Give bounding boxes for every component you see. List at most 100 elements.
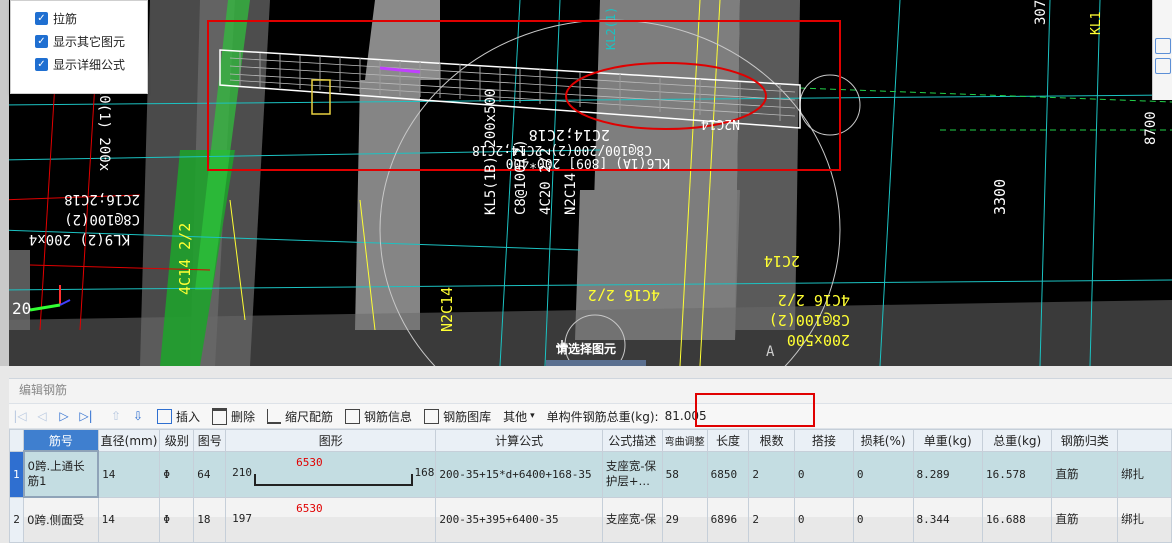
total-weight-display: 单构件钢筋总重(kg): 81.005 xyxy=(547,408,707,425)
rebar-library-button[interactable]: 钢筋图库 xyxy=(424,408,491,425)
last-record-icon[interactable]: ▷| xyxy=(75,409,97,423)
checkbox-show-other-elements[interactable]: ✓ 显示其它图元 xyxy=(35,31,125,51)
delete-button[interactable]: 删除 xyxy=(212,407,255,425)
col-header-category[interactable]: 钢筋归类 xyxy=(1051,429,1119,452)
cell-count[interactable]: 2 xyxy=(748,450,795,498)
info-label: 钢筋信息 xyxy=(364,409,413,424)
move-up-icon[interactable]: ⇧ xyxy=(105,409,127,423)
table-row[interactable]: 2 0跨.侧面受 14 Φ 18 197 6530 200-35+395+640… xyxy=(8,496,1172,543)
cell-grade[interactable]: Φ xyxy=(159,450,195,498)
col-header-bend-adjust[interactable]: 弯曲调整 xyxy=(661,429,708,452)
col-header-length[interactable]: 长度 xyxy=(706,429,750,452)
checkbox-label: 拉筋 xyxy=(53,11,78,26)
panel-resize-handle[interactable] xyxy=(546,360,646,366)
row-number[interactable]: 1 xyxy=(8,450,25,498)
left-edge-strip xyxy=(0,0,9,366)
label-4c16: 4C16 2/2 xyxy=(588,286,660,304)
cell-tie[interactable]: 绑扎 xyxy=(1117,450,1172,498)
cell-total-weight[interactable]: 16.688 xyxy=(981,496,1053,543)
cell-diameter[interactable]: 14 xyxy=(97,496,161,543)
first-record-icon[interactable]: |◁ xyxy=(9,409,31,423)
label-4c14: 4C14 2/2 xyxy=(176,223,194,295)
shape-right-length: 168 xyxy=(414,465,435,479)
beam-spec-1: 2C14;2C18 xyxy=(529,126,610,144)
library-label: 钢筋图库 xyxy=(443,409,492,424)
cell-shape[interactable]: 197 6530 xyxy=(225,496,437,543)
cell-lap[interactable]: 0 xyxy=(793,496,854,543)
col-header-loss[interactable]: 损耗(%) xyxy=(852,429,914,452)
col-header-bar-no[interactable]: 筋号 xyxy=(23,429,99,452)
rebar-table: 筋号 直径(mm) 级别 图号 图形 计算公式 公式描述 弯曲调整 长度 根数 … xyxy=(8,429,1172,543)
cell-category[interactable]: 直筋 xyxy=(1051,496,1119,543)
cell-fig-no[interactable]: 64 xyxy=(193,450,227,498)
next-record-icon[interactable]: ▷ xyxy=(53,409,75,423)
cell-formula[interactable]: 200-35+395+6400-35 xyxy=(435,496,603,543)
col-header-diameter[interactable]: 直径(mm) xyxy=(97,429,161,452)
col-header-lap[interactable]: 搭接 xyxy=(793,429,854,452)
cell-bend-adjust[interactable]: 58 xyxy=(661,450,708,498)
cell-fig-no[interactable]: 18 xyxy=(193,496,227,543)
cell-formula-desc[interactable]: 支座宽-保护层+… xyxy=(601,450,663,498)
cell-unit-weight[interactable]: 8.289 xyxy=(912,450,984,498)
scale-rebar-button[interactable]: 缩尺配筋 xyxy=(267,408,333,425)
cell-lap[interactable]: 0 xyxy=(793,450,854,498)
col-header-formula[interactable]: 计算公式 xyxy=(435,429,603,452)
col-header-formula-desc[interactable]: 公式描述 xyxy=(601,429,663,452)
cell-bend-adjust[interactable]: 29 xyxy=(661,496,708,543)
cell-total-weight[interactable]: 16.578 xyxy=(981,450,1053,498)
row-number[interactable]: 2 xyxy=(8,496,25,543)
cad-viewport[interactable]: 2C14;2C18 C8@100/200(2) 2C14;2C18 KL6(1A… xyxy=(0,0,1172,366)
cell-count[interactable]: 2 xyxy=(748,496,795,543)
col-header-unit-weight[interactable]: 单重(kg) xyxy=(912,429,984,452)
beam-n1: N2C14 xyxy=(701,116,740,131)
scale-label: 缩尺配筋 xyxy=(285,409,334,424)
table-row[interactable]: 1 0跨.上通长筋1 14 Φ 64 210 6530 168 200-35+1… xyxy=(8,450,1172,498)
cell-category[interactable]: 直筋 xyxy=(1051,450,1119,498)
status-prompt: 请选择图元 xyxy=(556,340,616,357)
cell-unit-weight[interactable]: 8.344 xyxy=(912,496,984,543)
cell-grade[interactable]: Φ xyxy=(159,496,195,543)
cell-bar-no[interactable]: 0跨.上通长筋1 xyxy=(22,450,100,498)
kl5-sub1: C8@100(2) xyxy=(513,139,529,215)
cell-length[interactable]: 6896 xyxy=(706,496,750,543)
insert-button[interactable]: 插入 xyxy=(157,408,200,425)
move-down-icon[interactable]: ⇩ xyxy=(127,409,149,423)
axis-z-label: 20 xyxy=(12,299,31,318)
cell-formula[interactable]: 200-35+15*d+6400+168-35 xyxy=(435,450,603,498)
cell-bar-no[interactable]: 0跨.侧面受 xyxy=(23,496,99,543)
other-menu-button[interactable]: 其他 ▾ xyxy=(503,408,535,425)
col-header-shape[interactable]: 图形 xyxy=(225,429,437,452)
dim-8700: 8700 xyxy=(1143,111,1159,145)
prev-record-icon[interactable]: ◁ xyxy=(31,409,53,423)
cell-tie[interactable]: 绑扎 xyxy=(1117,496,1172,543)
highlight-rect-total xyxy=(695,393,815,427)
dim-3070: 3070 xyxy=(1033,0,1049,25)
cell-loss[interactable]: 0 xyxy=(852,450,914,498)
info-sheet-icon xyxy=(345,408,361,424)
layer-view-icon[interactable] xyxy=(1155,58,1171,74)
cell-shape[interactable]: 210 6530 168 xyxy=(225,450,437,498)
checkbox-tie-bar[interactable]: ✓ 拉筋 xyxy=(35,8,77,28)
col-header-tie[interactable] xyxy=(1117,429,1172,452)
label-n2c14b: N2C14 xyxy=(438,287,456,332)
cube-view-icon[interactable] xyxy=(1155,38,1171,54)
cell-length[interactable]: 6850 xyxy=(706,450,750,498)
table-header-row: 筋号 直径(mm) 级别 图号 图形 计算公式 公式描述 弯曲调整 长度 根数 … xyxy=(8,429,1172,452)
library-icon xyxy=(424,408,440,424)
rb-2: C8@100(2) xyxy=(769,311,850,329)
cell-formula-desc[interactable]: 支座宽-保 xyxy=(601,496,663,543)
col-header-count[interactable]: 根数 xyxy=(748,429,795,452)
col-header-total-weight[interactable]: 总重(kg) xyxy=(981,429,1053,452)
edit-rebar-panel: 编辑钢筋 |◁ ◁ ▷ ▷| ⇧ ⇩ 插入 删除 缩尺配筋 钢筋信息 钢筋图库 xyxy=(8,378,1172,543)
rb-3: 200x500 xyxy=(787,331,850,349)
checkbox-show-detail-formula[interactable]: ✓ 显示详细公式 xyxy=(35,54,125,74)
axis-gizmo xyxy=(29,285,71,312)
shape-mid-length: 6530 xyxy=(296,501,323,515)
col-header-grade[interactable]: 级别 xyxy=(159,429,195,452)
cell-diameter[interactable]: 14 xyxy=(97,450,161,498)
column-mid xyxy=(355,80,420,330)
check-icon: ✓ xyxy=(35,11,48,25)
cell-loss[interactable]: 0 xyxy=(852,496,914,543)
col-header-fig-no[interactable]: 图号 xyxy=(193,429,227,452)
rebar-info-button[interactable]: 钢筋信息 xyxy=(345,408,412,425)
